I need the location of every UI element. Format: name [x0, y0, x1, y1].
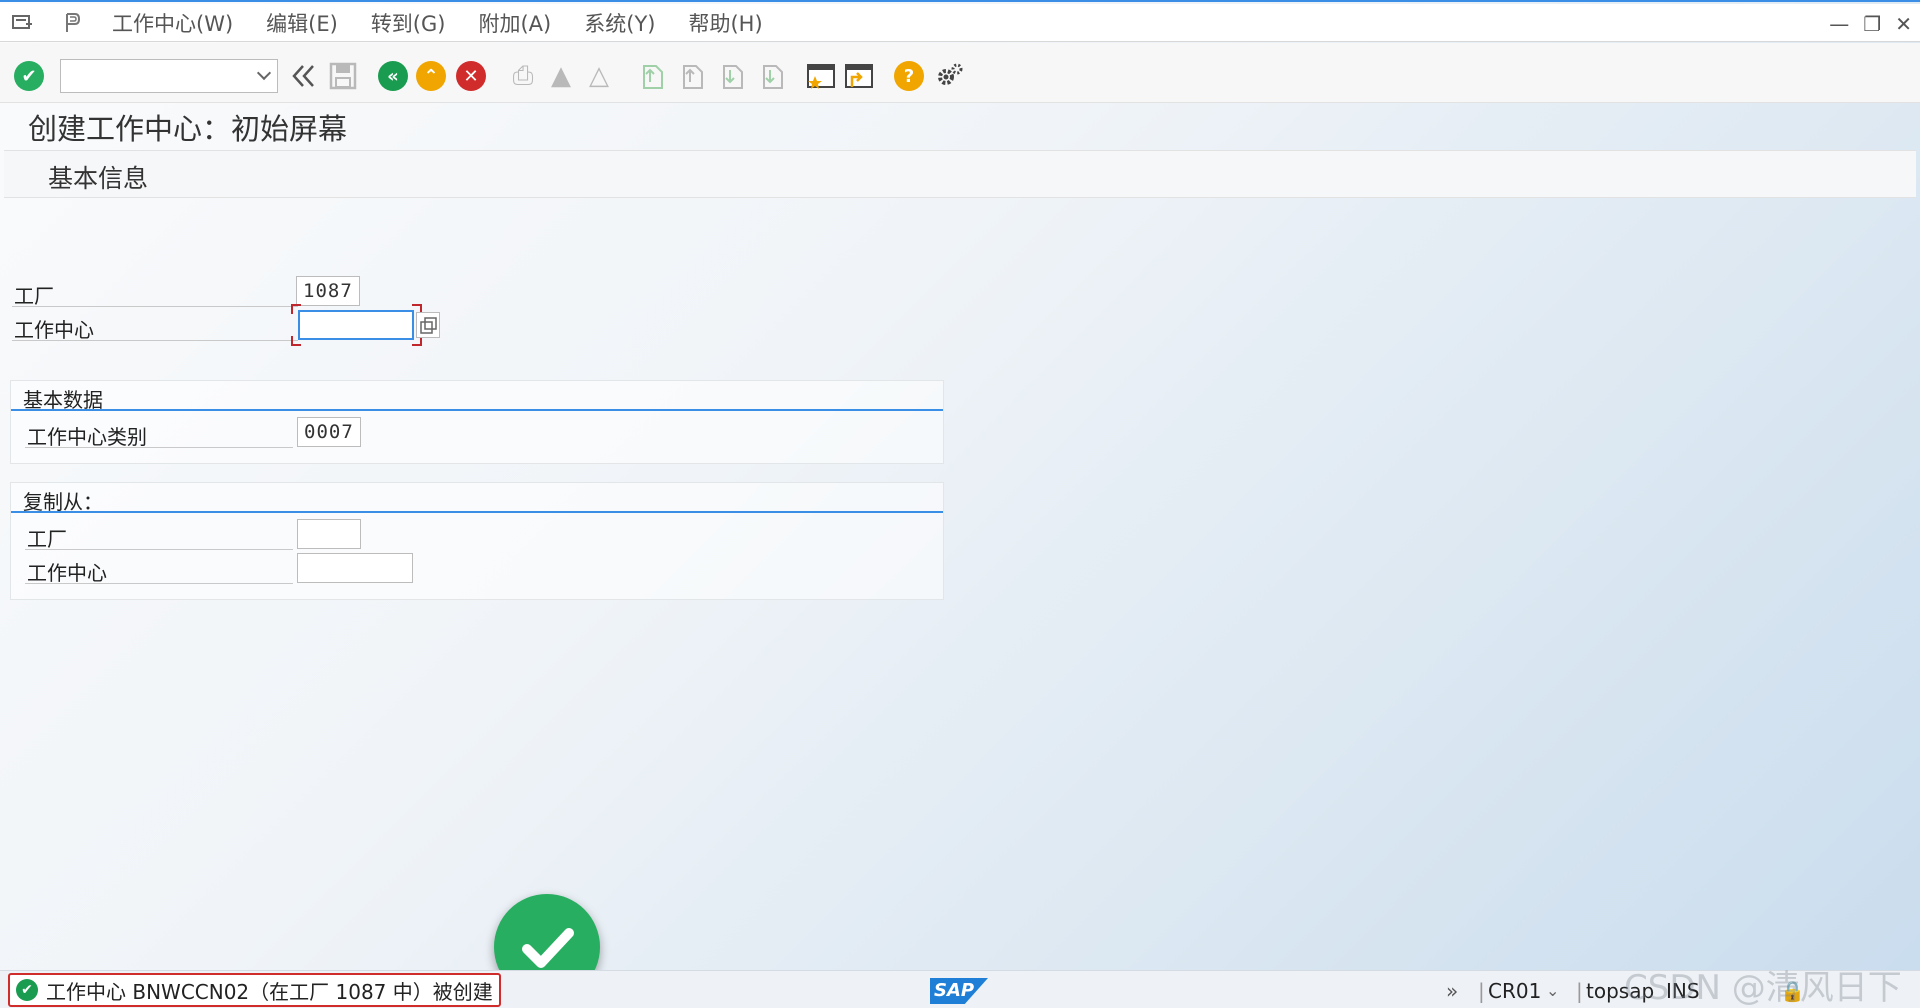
- find-icon: ▲: [551, 61, 571, 91]
- settings-button[interactable]: [932, 59, 966, 93]
- enter-icon: ✔: [14, 61, 44, 91]
- main-content: 工厂 1087 工作中心 基本数据 工作中心类别 0007 复制从： 工厂 工作…: [4, 198, 1916, 968]
- shortcut-button[interactable]: [842, 59, 876, 93]
- success-icon: ✔: [16, 979, 38, 1001]
- minimize-icon[interactable]: —: [1829, 12, 1849, 36]
- copy-work-center-label: 工作中心: [27, 561, 107, 585]
- back-button[interactable]: «: [376, 59, 410, 93]
- menu-item-system[interactable]: 系统(Y): [584, 8, 655, 38]
- help-icon: ?: [894, 61, 924, 91]
- basic-data-group: 基本数据 工作中心类别 0007: [10, 380, 944, 464]
- copy-from-header: 复制从：: [11, 483, 943, 514]
- find-button[interactable]: ▲: [544, 59, 578, 93]
- help-button[interactable]: ?: [892, 59, 926, 93]
- search-help-button[interactable]: [416, 312, 440, 338]
- customize-icon[interactable]: [60, 10, 86, 36]
- basic-data-title: 基本数据: [23, 388, 103, 412]
- page-title: 创建工作中心：初始屏幕: [28, 112, 348, 146]
- last-page-icon: [763, 65, 783, 89]
- close-icon[interactable]: ✕: [1895, 12, 1912, 36]
- window-controls: — ❐ ✕: [1829, 12, 1912, 36]
- menu-item-extras[interactable]: 附加(A): [478, 8, 551, 38]
- status-divider: |: [1478, 979, 1485, 1003]
- plant-label-underline: [12, 306, 298, 307]
- restore-icon[interactable]: ❐: [1863, 12, 1881, 36]
- copy-plant-label: 工厂: [27, 527, 67, 551]
- focus-corner-bl: [291, 336, 301, 346]
- sap-logo: SAP: [930, 978, 988, 1004]
- copy-plant-input[interactable]: [297, 519, 361, 549]
- next-page-button[interactable]: [714, 59, 748, 93]
- work-center-category-label: 工作中心类别: [27, 425, 147, 449]
- standard-toolbar: ✔ « ⌃ ✕ ⎙ ▲ △ ?: [0, 43, 1920, 103]
- create-session-button[interactable]: [804, 59, 838, 93]
- first-page-button[interactable]: [634, 59, 668, 93]
- exit-icon: ⌃: [416, 61, 446, 91]
- menu-bar: 工作中心(W) 编辑(E) 转到(G) 附加(A) 系统(Y) 帮助(H) — …: [0, 4, 1920, 42]
- find-next-button[interactable]: △: [582, 59, 616, 93]
- create-session-icon: [807, 64, 835, 89]
- chevron-down-icon[interactable]: ⌄: [1546, 981, 1559, 1000]
- menu-item-edit[interactable]: 编辑(E): [266, 8, 338, 38]
- command-field[interactable]: [60, 59, 278, 93]
- expand-toolbar-button[interactable]: [286, 59, 320, 93]
- work-center-input[interactable]: [298, 310, 414, 340]
- menu-item-help[interactable]: 帮助(H): [688, 8, 762, 38]
- basic-data-header: 基本数据: [11, 381, 943, 412]
- prev-page-icon: [683, 65, 703, 89]
- find-next-icon: △: [589, 61, 609, 91]
- save-icon: [329, 62, 357, 90]
- copy-from-group: 复制从： 工厂 工作中心: [10, 482, 944, 600]
- double-chevron-right-icon[interactable]: »: [1446, 979, 1458, 1003]
- enter-button[interactable]: ✔: [12, 59, 46, 93]
- cancel-button[interactable]: ✕: [454, 59, 488, 93]
- chevron-down-icon[interactable]: [256, 65, 272, 81]
- last-page-button[interactable]: [754, 59, 788, 93]
- prev-page-button[interactable]: [674, 59, 708, 93]
- next-page-icon: [723, 65, 743, 89]
- print-button[interactable]: ⎙: [506, 59, 540, 93]
- menu-item-goto[interactable]: 转到(G): [371, 8, 446, 38]
- sap-window: 工作中心(W) 编辑(E) 转到(G) 附加(A) 系统(Y) 帮助(H) — …: [0, 0, 1920, 1008]
- work-center-label: 工作中心: [14, 318, 94, 342]
- first-page-icon: [643, 65, 663, 89]
- application-toolbar: 基本信息: [4, 151, 1916, 198]
- copy-from-title: 复制从：: [23, 490, 103, 514]
- settings-icon: [938, 63, 963, 85]
- plant-label: 工厂: [14, 284, 54, 308]
- print-icon: ⎙: [512, 60, 534, 91]
- system-menu-icon[interactable]: [10, 10, 36, 36]
- work-center-category-input[interactable]: 0007: [297, 417, 361, 447]
- exit-button[interactable]: ⌃: [414, 59, 448, 93]
- cancel-icon: ✕: [456, 61, 486, 91]
- shortcut-icon: [845, 64, 873, 88]
- back-icon: «: [378, 61, 408, 91]
- status-divider-2: |: [1576, 979, 1583, 1003]
- value-help-icon: [420, 317, 437, 334]
- menu-item-work-center[interactable]: 工作中心(W): [112, 8, 233, 38]
- focus-corner-tl: [291, 304, 301, 314]
- copy-work-center-input[interactable]: [297, 553, 413, 583]
- watermark: CSDN @清风日下: [1624, 968, 1902, 1008]
- basic-info-button[interactable]: 基本信息: [48, 159, 148, 195]
- work-center-label-underline: [12, 340, 298, 341]
- save-button[interactable]: [326, 59, 360, 93]
- copy-work-center-underline: [25, 583, 293, 584]
- copy-plant-underline: [25, 549, 293, 550]
- category-underline: [25, 447, 293, 448]
- status-message-text: 工作中心 BNWCCN02（在工厂 1087 中）被创建: [46, 979, 493, 1004]
- double-chevron-left-icon: [292, 65, 314, 87]
- plant-input[interactable]: 1087: [296, 276, 360, 306]
- status-message[interactable]: ✔ 工作中心 BNWCCN02（在工厂 1087 中）被创建: [8, 973, 501, 1007]
- transaction-code[interactable]: CR01: [1488, 979, 1541, 1003]
